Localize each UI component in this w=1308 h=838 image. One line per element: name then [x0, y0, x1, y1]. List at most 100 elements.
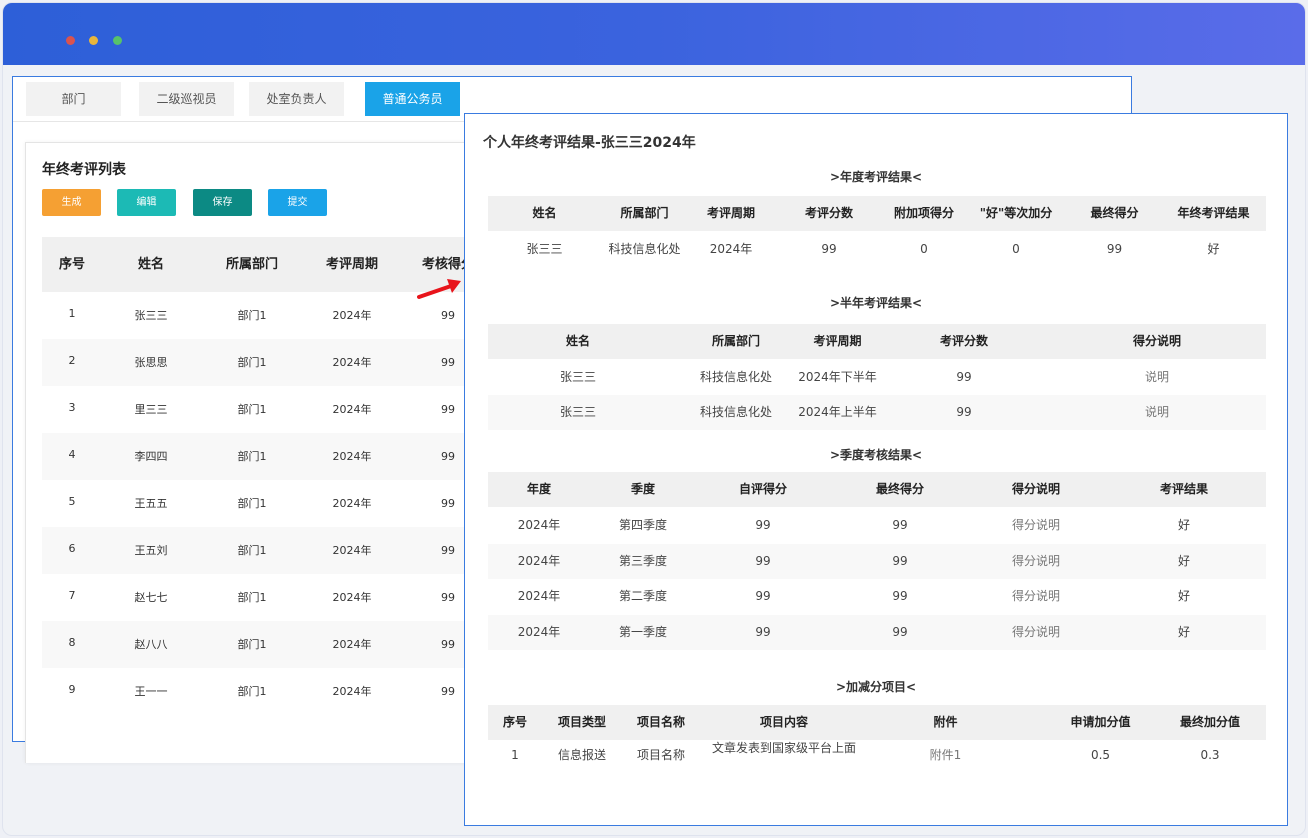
section-header-quarter: 年度 季度 自评得分 最终得分 得分说明 考评结果 — [488, 472, 1266, 507]
table-row[interactable]: 7 赵七七 部门1 2024年 99 — [42, 574, 512, 621]
table-cell: 99 — [956, 405, 972, 419]
cell-department: 部门1 — [237, 544, 267, 557]
table-cell: 第三季度 — [618, 553, 667, 568]
section-header-half: 姓名 所属部门 考评周期 考评分数 得分说明 — [488, 324, 1266, 359]
cell-index: 3 — [68, 401, 76, 414]
table-cell: 99 — [892, 589, 908, 603]
pointer-arrow-icon — [417, 279, 461, 299]
cell-index: 4 — [68, 448, 76, 461]
minimize-window-dot[interactable] — [89, 36, 98, 45]
cell-period: 2024年 — [332, 638, 372, 651]
cell-period: 2024年 — [332, 591, 372, 604]
table-cell: 99 — [892, 553, 908, 568]
table-row[interactable]: 3 里三三 部门1 2024年 99 — [42, 386, 512, 433]
table-row[interactable]: 4 李四四 部门1 2024年 99 — [42, 433, 512, 480]
table-cell: 2024年 — [709, 242, 753, 256]
table-cell: 99 — [755, 518, 771, 532]
cell-period: 2024年 — [332, 450, 372, 463]
table-cell: 99 — [821, 242, 837, 256]
cell-index: 7 — [68, 589, 76, 602]
col-header: 姓名 — [532, 206, 557, 220]
table-row: 2024年 第一季度 99 99 得分说明 好 — [488, 614, 1266, 650]
cell-period: 2024年 — [332, 497, 372, 510]
table-row[interactable]: 5 王五五 部门1 2024年 99 — [42, 480, 512, 527]
section-title-bonus: >加减分项目< — [835, 680, 917, 694]
close-window-dot[interactable] — [66, 36, 75, 45]
table-cell: 得分说明 — [1011, 624, 1060, 639]
cell-department: 部门1 — [237, 638, 267, 651]
cell-index: 8 — [68, 636, 76, 649]
cell-name: 李四四 — [134, 450, 168, 463]
col-header: 申请加分值 — [1070, 715, 1131, 729]
table-row[interactable]: 8 赵八八 部门1 2024年 99 — [42, 621, 512, 668]
table-row: 张三三 科技信息化处 2024年上半年 99 说明 — [488, 395, 1266, 430]
col-header: 得分说明 — [1132, 334, 1181, 348]
section-header-bonus: 序号 项目类型 项目名称 项目内容 附件 申请加分值 最终加分值 — [488, 705, 1266, 740]
table-cell: 2024年 — [517, 518, 561, 532]
table-cell: 0 — [1012, 242, 1020, 256]
cell-period: 2024年 — [332, 356, 372, 369]
table-cell: 好 — [1177, 624, 1190, 639]
save-button[interactable]: 保存 — [193, 189, 252, 216]
cell-name: 王五五 — [134, 497, 168, 510]
table-cell: 张三三 — [526, 242, 563, 256]
table-cell: 项目名称 — [636, 748, 685, 762]
table-row: 张三三 科技信息化处 2024年 99 0 0 99 好 — [488, 232, 1266, 267]
table-cell: 0.3 — [1200, 748, 1220, 762]
table-cell: 科技信息化处 — [608, 242, 681, 256]
cell-name: 王一一 — [134, 685, 168, 698]
tab-division-head[interactable]: 处室负责人 — [249, 82, 344, 116]
table-cell: 好 — [1177, 553, 1190, 568]
col-header: 最终得分 — [875, 482, 924, 496]
tab-civil-servant[interactable]: 普通公务员 — [365, 82, 460, 116]
cell-department: 部门1 — [237, 497, 267, 510]
col-header: 项目类型 — [557, 715, 606, 729]
cell-department: 部门1 — [237, 685, 267, 698]
cell-name: 王五刘 — [134, 544, 168, 557]
table-cell: 说明 — [1144, 405, 1169, 419]
table-row[interactable]: 2 张思思 部门1 2024年 99 — [42, 339, 512, 386]
submit-button[interactable]: 提交 — [268, 189, 327, 216]
table-cell: 99 — [892, 624, 908, 639]
table-cell: 1 — [511, 748, 519, 762]
maximize-window-dot[interactable] — [113, 36, 122, 45]
tab-department[interactable]: 部门 — [26, 82, 121, 116]
cell-name: 张思思 — [134, 356, 168, 369]
table-row[interactable]: 6 王五刘 部门1 2024年 99 — [42, 527, 512, 574]
section-title-annual: >年度考评结果< — [829, 170, 923, 184]
cell-index: 9 — [68, 683, 76, 696]
table-row: 2024年 第四季度 99 99 得分说明 好 — [488, 508, 1266, 544]
cell-period: 2024年 — [332, 685, 372, 698]
section-header-annual: 姓名 所属部门 考评周期 考评分数 附加项得分 "好"等次加分 最终得分 年终考评结果 — [488, 196, 1266, 231]
result-popup: 个人年终考评结果-张三三2024年 >年度考评结果< 姓名 所属部门 考评周期 考评分数… — [464, 113, 1288, 826]
cell-department: 部门1 — [237, 450, 267, 463]
col-header: 考评结果 — [1159, 482, 1208, 496]
cell-name: 赵七七 — [134, 591, 168, 604]
col-header-name: 姓名 — [137, 257, 164, 272]
table-row[interactable]: 9 王一一 部门1 2024年 99 — [42, 668, 512, 715]
cell-period: 2024年 — [332, 403, 372, 416]
col-header: 考评分数 — [939, 334, 988, 348]
cell-department: 部门1 — [237, 403, 267, 416]
tab-second-level-inspector[interactable]: 二级巡视员 — [139, 82, 234, 116]
table-row: 1 信息报送 项目名称 文章发表到国家级平台上面 附件1 0.5 0.3 — [488, 738, 1266, 773]
table-cell: 附件1 — [929, 748, 962, 762]
col-header: 年终考评结果 — [1177, 206, 1250, 220]
cell-name: 张三三 — [134, 309, 168, 322]
table-cell: 0.5 — [1090, 748, 1111, 762]
col-header: 年度 — [526, 482, 551, 496]
col-header-period: 考评周期 — [325, 257, 378, 272]
table-cell: 99 — [956, 370, 972, 384]
cell-period: 2024年 — [332, 544, 372, 557]
table-cell: 2024年 — [517, 589, 561, 603]
col-header: 考评分数 — [804, 206, 853, 220]
table-cell: 张三三 — [559, 405, 596, 419]
col-header: 项目内容 — [759, 715, 808, 729]
col-header: 得分说明 — [1011, 482, 1060, 496]
edit-button[interactable]: 编辑 — [117, 189, 176, 216]
col-header: 序号 — [502, 715, 527, 729]
cell-index: 6 — [68, 542, 76, 555]
generate-button[interactable]: 生成 — [42, 189, 101, 216]
evaluation-list-card: 年终考评列表 生成 编辑 保存 提交 序号 姓名 所属部门 考评周期 考核得分 … — [25, 142, 512, 763]
table-cell: 99 — [755, 624, 771, 639]
